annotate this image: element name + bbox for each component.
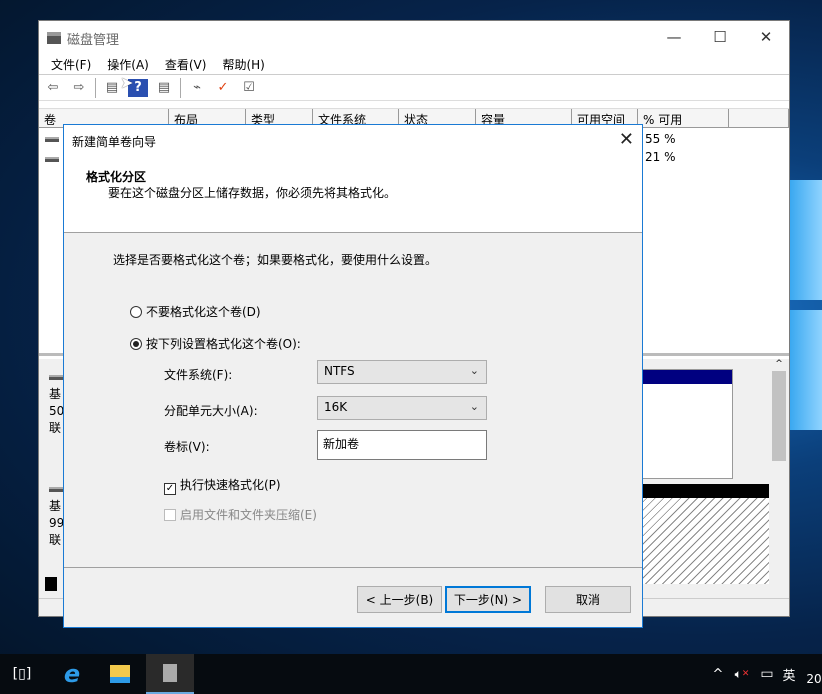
action-pane-icon[interactable]: ▤ — [154, 79, 174, 97]
connect-disk-icon[interactable]: ⌁ — [187, 79, 207, 97]
drive-icon — [49, 375, 63, 380]
disk-icon — [47, 32, 61, 44]
dialog-title: 新建简单卷向导 — [72, 135, 157, 149]
checklist-icon[interactable]: ☑ — [239, 79, 259, 97]
file-explorer-icon[interactable] — [98, 654, 142, 694]
drive-icon — [45, 157, 59, 162]
minimize-button[interactable]: — — [651, 21, 697, 53]
volume-muted-icon[interactable]: 🔈︎ ✕ — [730, 654, 754, 694]
disk-0-label[interactable]: 基 50 联 — [39, 369, 65, 437]
new-simple-volume-wizard: 新建简单卷向导 ✕ 格式化分区 要在这个磁盘分区上储存数据，你必须先将其格式化。… — [63, 124, 643, 628]
back-icon[interactable]: ⇦ — [43, 79, 63, 97]
unallocated-block[interactable] — [639, 484, 769, 584]
window-title: 磁盘管理 — [67, 32, 120, 48]
menu-action[interactable]: 操作(A) — [99, 56, 157, 73]
table-row[interactable] — [45, 132, 59, 146]
col-blank — [729, 109, 789, 128]
drive-icon — [49, 487, 63, 492]
compression-checkbox[interactable]: 启用文件和文件夹压缩(E) — [164, 506, 317, 523]
disk-management-taskbar-icon[interactable] — [146, 654, 194, 694]
radio-no-format[interactable]: 不要格式化这个卷(D) — [130, 303, 261, 320]
show-hidden-icons-icon[interactable]: ^ — [708, 654, 728, 694]
drive-icon — [45, 137, 59, 142]
divider — [95, 77, 96, 98]
menu-help[interactable]: 帮助(H) — [214, 56, 272, 73]
ime-indicator[interactable]: 英 — [778, 654, 800, 694]
network-icon[interactable]: ▭ — [756, 654, 778, 694]
disk-1-label[interactable]: 基 99 联 — [39, 481, 65, 549]
radio-format[interactable]: 按下列设置格式化这个卷(O): — [130, 335, 301, 352]
mouse-cursor-icon: ➤ — [120, 73, 134, 92]
windows-logo — [790, 180, 822, 500]
wizard-header: 新建简单卷向导 ✕ 格式化分区 要在这个磁盘分区上储存数据，你必须先将其格式化。 — [64, 125, 642, 233]
title-bar: 磁盘管理 — ☐ ✕ — [39, 21, 789, 55]
quick-format-checkbox[interactable]: ✓ 执行快速格式化(P) — [164, 476, 281, 495]
next-button[interactable]: 下一步(N) > — [445, 586, 531, 613]
task-view-icon[interactable]: [▯] — [0, 654, 44, 694]
back-button[interactable]: < 上一步(B) — [357, 586, 442, 613]
clock[interactable]: 20 — [804, 654, 822, 694]
filesystem-select[interactable]: NTFS ⌄ — [317, 360, 487, 384]
volume-label-input[interactable]: 新加卷 — [317, 430, 487, 460]
toolbar: ⇦ ⇨ ▤ ? ▤ ⌁ ✓ ☑ — [39, 75, 789, 101]
allocation-unit-select[interactable]: 16K ⌄ — [317, 396, 487, 420]
forward-icon[interactable]: ⇨ — [69, 79, 89, 97]
taskbar: [▯] e ^ 🔈︎ ✕ ▭ 英 20 — [0, 654, 822, 694]
menu-file[interactable]: 文件(F) — [43, 56, 99, 73]
cancel-button[interactable]: 取消 — [545, 586, 631, 613]
chevron-down-icon: ⌄ — [469, 400, 479, 413]
chevron-down-icon: ⌄ — [469, 364, 479, 377]
step-description: 要在这个磁盘分区上储存数据，你必须先将其格式化。 — [108, 186, 397, 200]
properties-icon[interactable]: ✓ — [213, 79, 233, 97]
internet-explorer-icon[interactable]: e — [50, 654, 94, 694]
volume-label-label: 卷标(V): — [164, 440, 210, 454]
percent-free-cell: 55 % — [645, 132, 676, 146]
close-button[interactable]: ✕ — [743, 21, 789, 53]
allocation-unit-label: 分配单元大小(A): — [164, 404, 258, 418]
divider — [64, 567, 642, 568]
step-heading: 格式化分区 — [86, 170, 147, 184]
menu-view[interactable]: 查看(V) — [157, 56, 215, 73]
filesystem-label: 文件系统(F): — [164, 368, 233, 382]
dialog-close-button[interactable]: ✕ — [619, 129, 634, 150]
percent-free-cell: 21 % — [645, 150, 676, 164]
prompt-text: 选择是否要格式化这个卷；如果要格式化，要使用什么设置。 — [113, 253, 438, 267]
vertical-scrollbar[interactable]: ^ — [771, 359, 787, 581]
maximize-button[interactable]: ☐ — [697, 21, 743, 53]
divider — [180, 77, 181, 98]
menu-bar: 文件(F) 操作(A) 查看(V) 帮助(H) — [39, 55, 789, 75]
partition-block[interactable] — [639, 369, 733, 479]
col-percent-free[interactable]: % 可用 — [638, 109, 729, 128]
legend-unallocated-swatch — [45, 577, 57, 591]
show-hide-tree-icon[interactable]: ▤ — [102, 79, 122, 97]
